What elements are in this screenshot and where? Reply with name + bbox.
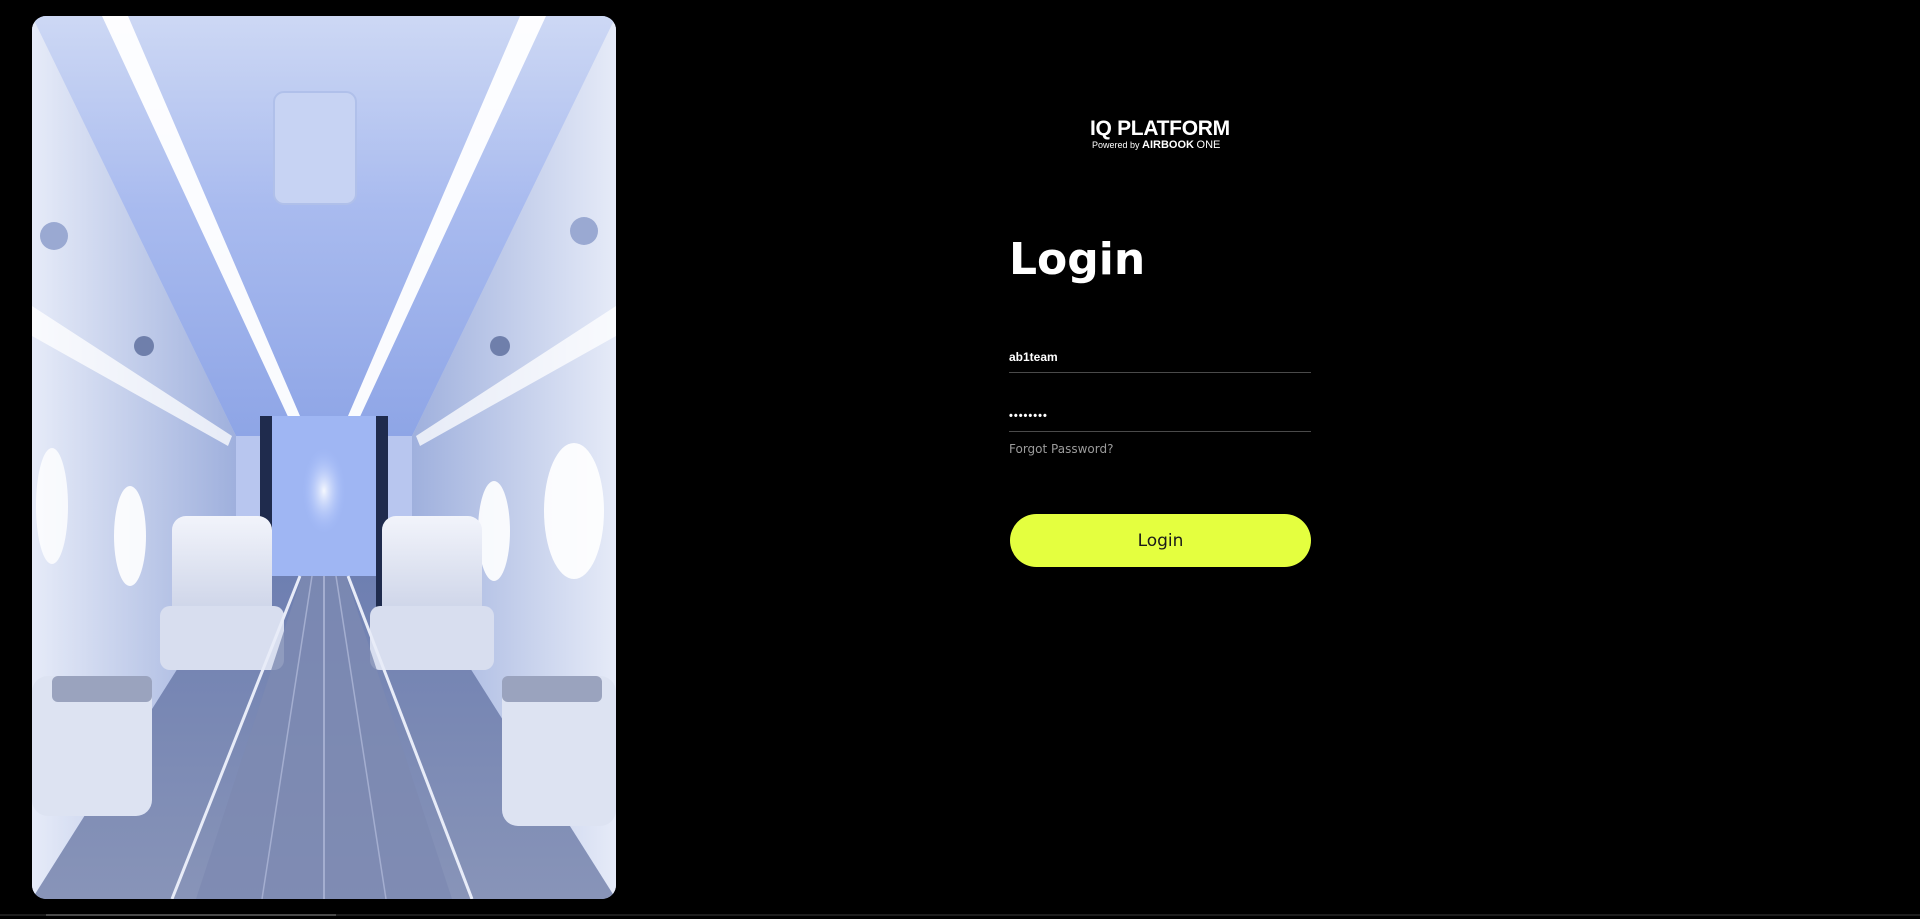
page-title: Login — [1009, 234, 1146, 285]
powered-by-text: Powered by — [1092, 140, 1140, 150]
login-button[interactable]: Login — [1010, 514, 1311, 567]
login-page: IQ PLATFORM Powered by AIRBOOK ONE Login… — [0, 0, 1920, 919]
brand-logo: IQ PLATFORM Powered by AIRBOOK ONE — [1090, 118, 1236, 151]
horizontal-scrollbar[interactable] — [0, 914, 1920, 916]
username-input[interactable] — [1009, 348, 1311, 366]
username-field — [1009, 338, 1311, 373]
brand-title: IQ PLATFORM — [1090, 117, 1230, 140]
forgot-password-link[interactable]: Forgot Password? — [1009, 442, 1113, 456]
scrollbar-thumb[interactable] — [46, 914, 336, 916]
password-field — [1009, 397, 1311, 432]
password-input[interactable] — [1009, 407, 1311, 425]
brand-tagline: Powered by AIRBOOK ONE — [1092, 140, 1236, 151]
jet-cabin-image — [32, 16, 616, 899]
brand-company: AIRBOOK — [1142, 139, 1194, 151]
brand-company-suffix: ONE — [1196, 139, 1221, 151]
